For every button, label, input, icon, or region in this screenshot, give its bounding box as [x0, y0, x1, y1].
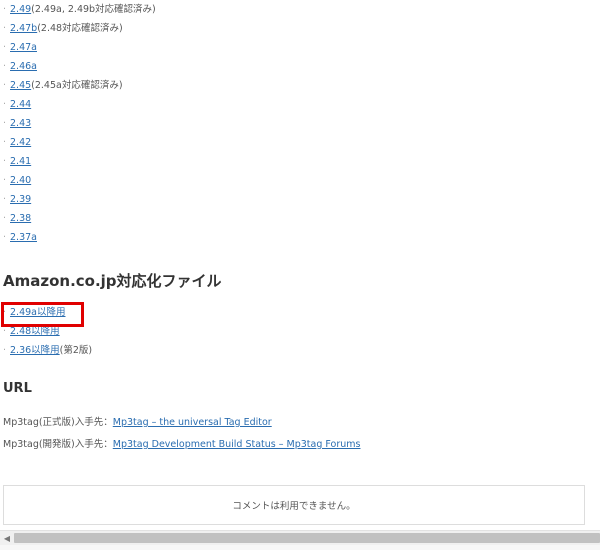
version-note: (2.48対応確認済み) [37, 23, 123, 34]
bullet-icon: · [3, 175, 7, 186]
bottom-strip [0, 545, 600, 550]
version-link-2-38[interactable]: 2.38 [10, 213, 31, 224]
version-link-2-44[interactable]: 2.44 [10, 99, 31, 110]
list-item: · 2.49(2.49a, 2.49b対応確認済み) [3, 0, 156, 19]
bullet-icon: · [3, 99, 7, 110]
version-link-2-39[interactable]: 2.39 [10, 194, 31, 205]
version-note: (2.45a対応確認済み) [31, 80, 123, 91]
version-list: · 2.49(2.49a, 2.49b対応確認済み) · 2.47b(2.48対応確… [3, 0, 156, 247]
version-note: (2.49a, 2.49b対応確認済み) [31, 4, 156, 15]
url-line-development: Mp3tag(開発版)入手先：Mp3tag Development Build … [3, 436, 360, 450]
version-link-2-40[interactable]: 2.40 [10, 175, 31, 186]
bullet-icon: · [3, 213, 7, 224]
url-label: Mp3tag(開発版)入手先： [3, 439, 113, 450]
mp3tag-dev-link[interactable]: Mp3tag Development Build Status – Mp3tag… [113, 439, 361, 450]
url-line-release: Mp3tag(正式版)入手先：Mp3tag – the universal Ta… [3, 414, 272, 428]
mp3tag-release-link[interactable]: Mp3tag – the universal Tag Editor [113, 417, 272, 428]
version-link-2-45[interactable]: 2.45 [10, 80, 31, 91]
list-item: · 2.42 [3, 133, 156, 152]
list-item: · 2.46a [3, 57, 156, 76]
page: · 2.49(2.49a, 2.49b対応確認済み) · 2.47b(2.48対応確… [0, 0, 600, 550]
list-item: · 2.45(2.45a対応確認済み) [3, 76, 156, 95]
bullet-icon: · [3, 4, 7, 15]
bullet-icon: · [3, 23, 7, 34]
bullet-icon: · [3, 232, 7, 243]
amazon-link-2-36[interactable]: 2.36以降用 [10, 345, 60, 356]
list-item: · 2.43 [3, 114, 156, 133]
bullet-icon: · [3, 118, 7, 129]
version-link-2-49[interactable]: 2.49 [10, 4, 31, 15]
version-link-2-42[interactable]: 2.42 [10, 137, 31, 148]
bullet-icon: · [3, 80, 7, 91]
list-item: · 2.36以降用(第2版) [3, 341, 92, 360]
list-item: · 2.37a [3, 228, 156, 247]
url-section-title: URL [3, 381, 32, 396]
url-label: Mp3tag(正式版)入手先： [3, 417, 113, 428]
highlight-box [1, 302, 84, 327]
comments-closed-text: コメントは利用できません。 [232, 501, 356, 512]
bullet-icon: · [3, 61, 7, 72]
bullet-icon: · [3, 42, 7, 53]
bullet-icon: · [3, 156, 7, 167]
bullet-icon: · [3, 137, 7, 148]
list-item: · 2.44 [3, 95, 156, 114]
version-link-2-43[interactable]: 2.43 [10, 118, 31, 129]
version-link-2-46a[interactable]: 2.46a [10, 61, 37, 72]
version-link-2-47b[interactable]: 2.47b [10, 23, 37, 34]
amazon-link-2-48[interactable]: 2.48以降用 [10, 326, 60, 337]
list-item: · 2.40 [3, 171, 156, 190]
bullet-icon: · [3, 194, 7, 205]
bullet-icon: · [3, 345, 7, 356]
scroll-left-arrow-icon[interactable]: ◀ [2, 533, 12, 543]
version-link-2-41[interactable]: 2.41 [10, 156, 31, 167]
comments-closed-box: コメントは利用できません。 [3, 485, 585, 525]
list-item: · 2.38 [3, 209, 156, 228]
amazon-section-title: Amazon.co.jp対応化ファイル [3, 272, 222, 290]
list-item: · 2.41 [3, 152, 156, 171]
list-item: · 2.47a [3, 38, 156, 57]
version-link-2-37a[interactable]: 2.37a [10, 232, 37, 243]
scrollbar-thumb[interactable] [14, 533, 600, 543]
list-item: · 2.47b(2.48対応確認済み) [3, 19, 156, 38]
list-item: · 2.39 [3, 190, 156, 209]
horizontal-scrollbar[interactable]: ◀ [0, 530, 600, 545]
version-link-2-47a[interactable]: 2.47a [10, 42, 37, 53]
amazon-note: (第2版) [59, 345, 93, 356]
